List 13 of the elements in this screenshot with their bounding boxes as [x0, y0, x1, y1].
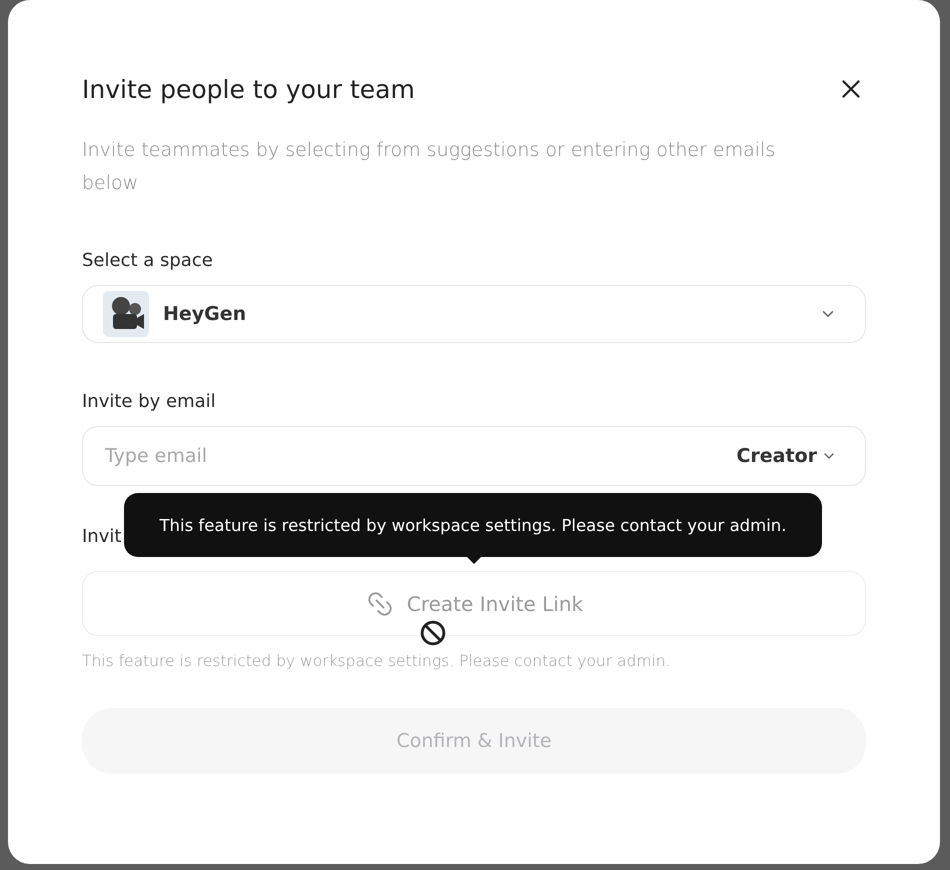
field-label: Invite by email [82, 391, 216, 412]
dialog-description: Invite teammates by selecting from suggestions or entering other emails below [82, 138, 776, 196]
not-allowed-cursor-icon [420, 620, 446, 646]
dialog-title: Invite people to your team [82, 74, 415, 104]
role-dropdown[interactable]: Creator [736, 445, 837, 467]
field-label: Select a space [82, 250, 213, 271]
tooltip-pointer-icon [467, 557, 481, 564]
field-label: Invit [82, 526, 122, 547]
restriction-note: This feature is restricted by workspace settings. Please contact your admin. [82, 652, 672, 670]
space-name: HeyGen [163, 303, 248, 325]
email-field[interactable]: Type email Creator [82, 426, 866, 486]
tooltip: This feature is restricted by workspace settings. Please contact your admin. [124, 493, 822, 557]
space-select[interactable]: HeyGen [82, 285, 866, 343]
